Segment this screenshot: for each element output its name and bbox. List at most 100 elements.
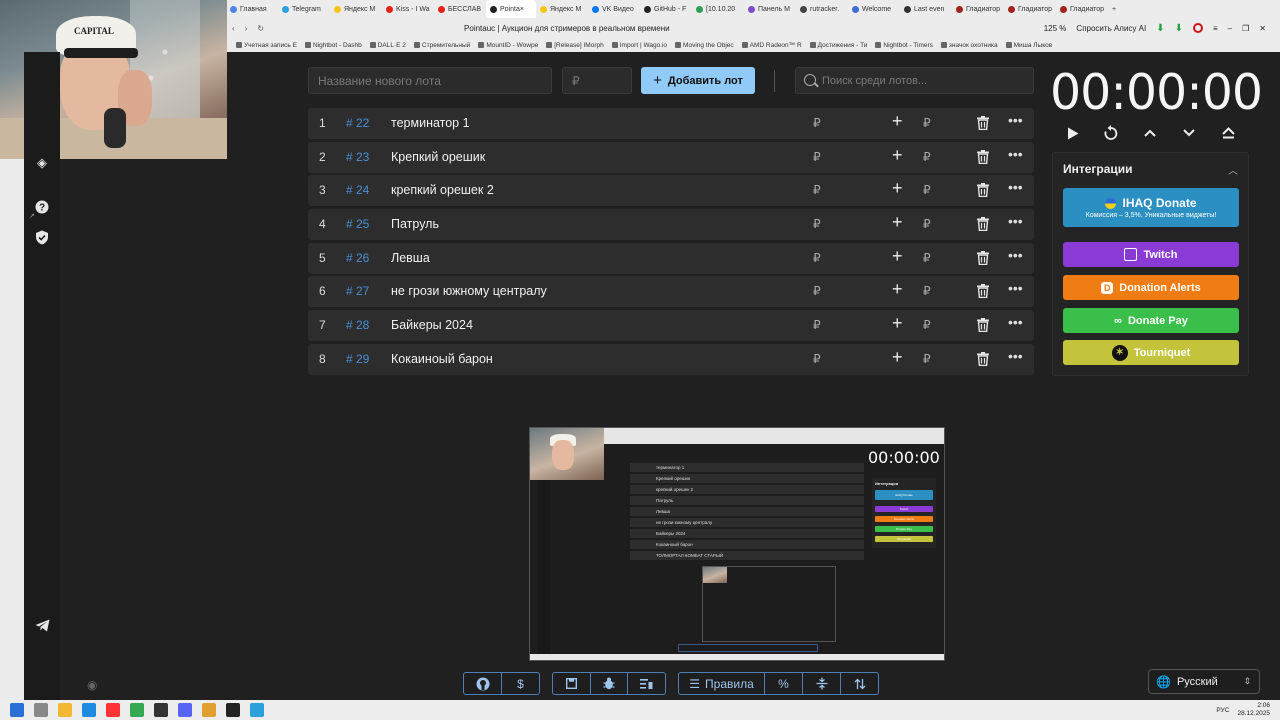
bookmark-item[interactable]: Учетная запись Е — [236, 42, 297, 49]
language-select[interactable]: 🌐 Русский ⇕ — [1148, 669, 1260, 694]
lot-id-link[interactable]: # 28 — [346, 318, 369, 332]
more-icon[interactable]: ••• — [1008, 348, 1023, 364]
add-amount-icon[interactable]: + — [892, 213, 903, 231]
app-icon[interactable] — [202, 703, 216, 717]
clock[interactable]: 2:06 28.12.2025 — [1237, 702, 1270, 718]
explorer-icon[interactable] — [58, 703, 72, 717]
lot-id-link[interactable]: # 22 — [346, 116, 369, 130]
telegram-icon[interactable] — [33, 616, 51, 634]
more-icon[interactable]: ••• — [1008, 247, 1023, 263]
trash-icon[interactable] — [977, 284, 989, 299]
trash-icon[interactable] — [977, 183, 989, 198]
github-icon[interactable] — [464, 673, 502, 694]
browser-tab[interactable]: [10.10.20 — [692, 0, 744, 18]
maximize-icon[interactable]: ❐ — [1242, 24, 1249, 33]
add-amount-input[interactable]: ₽ — [923, 352, 931, 366]
bookmark-item[interactable]: AMD Radeon™ R — [741, 42, 802, 49]
lot-amount[interactable]: ₽ — [813, 318, 821, 332]
opera-icon[interactable] — [1193, 23, 1203, 33]
lot-row[interactable]: 1 # 22 терминатор 1 ₽ + ₽ ••• — [308, 108, 1034, 139]
browser-tab[interactable]: Главная — [226, 0, 278, 18]
lot-name[interactable]: Крепкий орешик — [391, 150, 485, 164]
more-icon[interactable]: ••• — [1008, 112, 1023, 128]
lot-amount[interactable]: ₽ — [813, 116, 821, 130]
twitch-button[interactable]: Twitch — [1063, 242, 1239, 267]
trash-icon[interactable] — [977, 116, 989, 131]
layers-icon[interactable]: ◈ — [33, 154, 51, 172]
close-icon[interactable]: ✕ — [1259, 24, 1266, 33]
reset-icon[interactable] — [1100, 122, 1122, 144]
browser-tab[interactable]: Панель М — [744, 0, 796, 18]
sort-icon[interactable] — [841, 673, 878, 694]
lot-name[interactable]: крепкий орешек 2 — [391, 183, 494, 197]
lot-row[interactable]: 2 # 23 Крепкий орешик ₽ + ₽ ••• — [308, 141, 1034, 173]
trash-icon[interactable] — [977, 149, 989, 164]
chevron-up-icon[interactable] — [1139, 122, 1161, 144]
lot-amount[interactable]: ₽ — [813, 183, 821, 197]
trash-icon[interactable] — [977, 351, 989, 367]
lot-row[interactable]: 7 # 28 Байкеры 2024 ₽ + ₽ ••• — [308, 310, 1034, 342]
search-input[interactable] — [822, 68, 1032, 93]
lot-name[interactable]: Левша — [391, 251, 430, 265]
eye-icon[interactable]: ◉ — [87, 678, 97, 692]
add-amount-input[interactable]: ₽ — [923, 150, 931, 164]
eject-icon[interactable] — [1217, 122, 1239, 144]
lot-row[interactable]: 6 # 27 не грози южному централу ₽ + ₽ ••• — [308, 276, 1034, 308]
trash-icon[interactable] — [977, 318, 989, 333]
more-icon[interactable]: ••• — [1008, 146, 1023, 162]
rules-button[interactable]: ☰ Правила — [679, 673, 765, 694]
lot-row[interactable]: 4 # 25 Патруль ₽ + ₽ ••• — [308, 209, 1034, 241]
bookmark-item[interactable]: DALL·E 2 — [369, 42, 406, 49]
browser-tab[interactable]: rutracker. — [796, 0, 848, 18]
add-amount-icon[interactable]: + — [892, 314, 903, 332]
browser-tab[interactable]: Гладиатор — [1004, 0, 1056, 18]
browser-tab[interactable]: Welcome — [848, 0, 900, 18]
trash-icon[interactable] — [977, 250, 989, 265]
add-amount-icon[interactable]: + — [892, 112, 903, 130]
lot-amount[interactable]: ₽ — [813, 352, 821, 366]
lot-id-link[interactable]: # 27 — [346, 284, 369, 298]
ihaq-donate-button[interactable]: IHAQ Donate Комиссия – 3,5%. Уникальные … — [1063, 188, 1239, 227]
edge-icon[interactable] — [82, 703, 96, 717]
browser-tab[interactable]: БЕССЛАВ — [434, 0, 486, 18]
add-amount-input[interactable]: ₽ — [923, 217, 931, 231]
lot-name[interactable]: Кокаиноый барон — [391, 352, 493, 366]
more-icon[interactable]: ••• — [1008, 314, 1023, 330]
browser-tab[interactable]: GitHub - F — [640, 0, 692, 18]
bookmark-item[interactable]: Достижения - Ти — [809, 42, 867, 49]
browser-tab[interactable]: Telegram — [278, 0, 330, 18]
add-amount-icon[interactable]: + — [892, 247, 903, 265]
add-amount-input[interactable]: ₽ — [923, 183, 931, 197]
bookmark-item[interactable]: [Release] IMorph — [546, 42, 604, 49]
save-icon[interactable] — [553, 673, 591, 694]
search-icon[interactable] — [34, 703, 48, 717]
terminal-icon[interactable] — [154, 703, 168, 717]
play-icon[interactable] — [1062, 122, 1084, 144]
shield-icon[interactable] — [33, 228, 51, 246]
lot-id-link[interactable]: # 26 — [346, 251, 369, 265]
lot-name[interactable]: не грози южному централу — [391, 284, 547, 298]
more-icon[interactable]: ••• — [1008, 179, 1023, 195]
alice-button[interactable]: Спросить Алису AI — [1076, 24, 1146, 33]
lot-id-link[interactable]: # 25 — [346, 217, 369, 231]
tray-lang[interactable]: РУС — [1216, 707, 1229, 714]
bookmark-item[interactable]: Moving the Objec — [675, 42, 734, 49]
search-box[interactable] — [795, 67, 1034, 94]
chrome-icon[interactable] — [130, 703, 144, 717]
add-amount-input[interactable]: ₽ — [923, 116, 931, 130]
percent-icon[interactable]: % — [765, 673, 803, 694]
browser-tab[interactable]: Pointa× — [486, 0, 536, 18]
lot-row[interactable]: 8 # 29 Кокаиноый барон ₽ + ₽ ••• — [308, 343, 1034, 375]
more-icon[interactable]: ••• — [1008, 280, 1023, 296]
tourniquet-button[interactable]: ✶ Tourniquet — [1063, 340, 1239, 365]
lot-amount[interactable]: ₽ — [813, 251, 821, 265]
zoom-level[interactable]: 125 % — [1044, 24, 1067, 33]
lot-id-link[interactable]: # 29 — [346, 352, 369, 366]
add-amount-input[interactable]: ₽ — [923, 284, 931, 298]
dollar-icon[interactable]: $ — [502, 673, 539, 694]
donate-pay-button[interactable]: ∞ Donate Pay — [1063, 308, 1239, 333]
minimize-icon[interactable]: – — [1228, 24, 1232, 33]
lot-amount[interactable]: ₽ — [813, 217, 821, 231]
discord-icon[interactable] — [178, 703, 192, 717]
lot-name-input[interactable] — [308, 67, 552, 94]
